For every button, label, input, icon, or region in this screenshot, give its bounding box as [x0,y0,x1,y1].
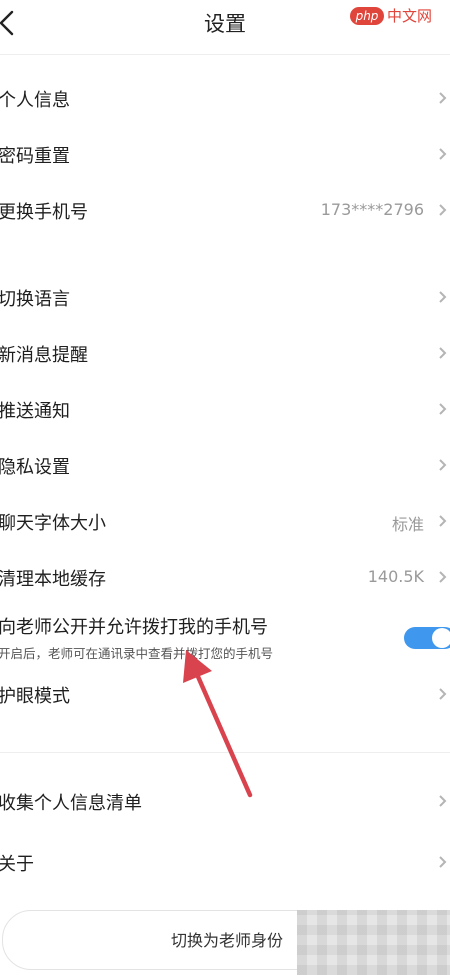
settings-item-phone-visibility: 向老师公开并允许拨打我的手机号 开启后，老师可在通讯录中查看并拨打您的手机号 [0,603,450,667]
font-size-value: 标准 [391,515,424,534]
chevron-right-icon [439,403,447,415]
chevron-right-icon [439,291,447,303]
chevron-right-icon [439,204,447,216]
cache-size-value: 140.5K [367,567,424,586]
chevron-right-icon [439,515,447,527]
chevron-right-icon [439,459,447,471]
settings-item-privacy[interactable]: 隐私设置 [0,439,450,491]
toggle-knob [432,628,450,648]
chevron-right-icon [439,856,447,868]
chevron-right-icon [439,571,447,583]
chevron-right-icon [439,795,447,807]
settings-item-label: 清理本地缓存 [0,569,106,590]
settings-item-label: 向老师公开并允许拨打我的手机号 [0,617,268,638]
settings-item-new-message-alert[interactable]: 新消息提醒 [0,327,450,379]
phone-number-value: 173****2796 [320,200,424,219]
settings-item-label: 新消息提醒 [0,345,88,366]
settings-item-push-notification[interactable]: 推送通知 [0,383,450,435]
settings-item-label: 收集个人信息清单 [0,793,142,814]
settings-item-about[interactable]: 关于 [0,836,450,888]
chevron-right-icon [439,92,447,104]
settings-item-label: 聊天字体大小 [0,513,106,534]
watermark-logo: php [350,7,384,25]
settings-item-label: 个人信息 [0,90,70,111]
chevron-right-icon [439,347,447,359]
settings-item-label: 更换手机号 [0,202,88,223]
settings-item-description: 开启后，老师可在通讯录中查看并拨打您的手机号 [0,646,274,661]
settings-item-info-collection-list[interactable]: 收集个人信息清单 [0,775,450,827]
section-divider [0,752,450,753]
settings-item-label: 密码重置 [0,146,70,167]
settings-item-eye-mode[interactable]: 护眼模式 [0,668,450,720]
header-bar: 设置 php 中文网 [0,0,450,48]
settings-item-password-reset[interactable]: 密码重置 [0,128,450,180]
settings-item-label: 护眼模式 [0,686,70,707]
phone-visibility-toggle[interactable] [404,627,450,649]
settings-item-chat-font-size[interactable]: 聊天字体大小 标准 [0,495,450,547]
settings-item-label: 推送通知 [0,401,70,422]
settings-item-clear-cache[interactable]: 清理本地缓存 140.5K [0,551,450,603]
watermark-text: 中文网 [387,7,433,25]
settings-item-change-phone[interactable]: 更换手机号 173****2796 [0,184,450,236]
header-divider [0,54,450,55]
settings-item-label: 隐私设置 [0,457,70,478]
settings-item-language[interactable]: 切换语言 [0,271,450,323]
settings-item-personal-info[interactable]: 个人信息 [0,72,450,124]
chevron-right-icon [439,148,447,160]
settings-item-label: 切换语言 [0,289,70,310]
mosaic-blur-overlay [297,910,450,975]
settings-item-label: 关于 [0,854,34,875]
chevron-right-icon [439,688,447,700]
watermark: php 中文网 [350,6,446,28]
